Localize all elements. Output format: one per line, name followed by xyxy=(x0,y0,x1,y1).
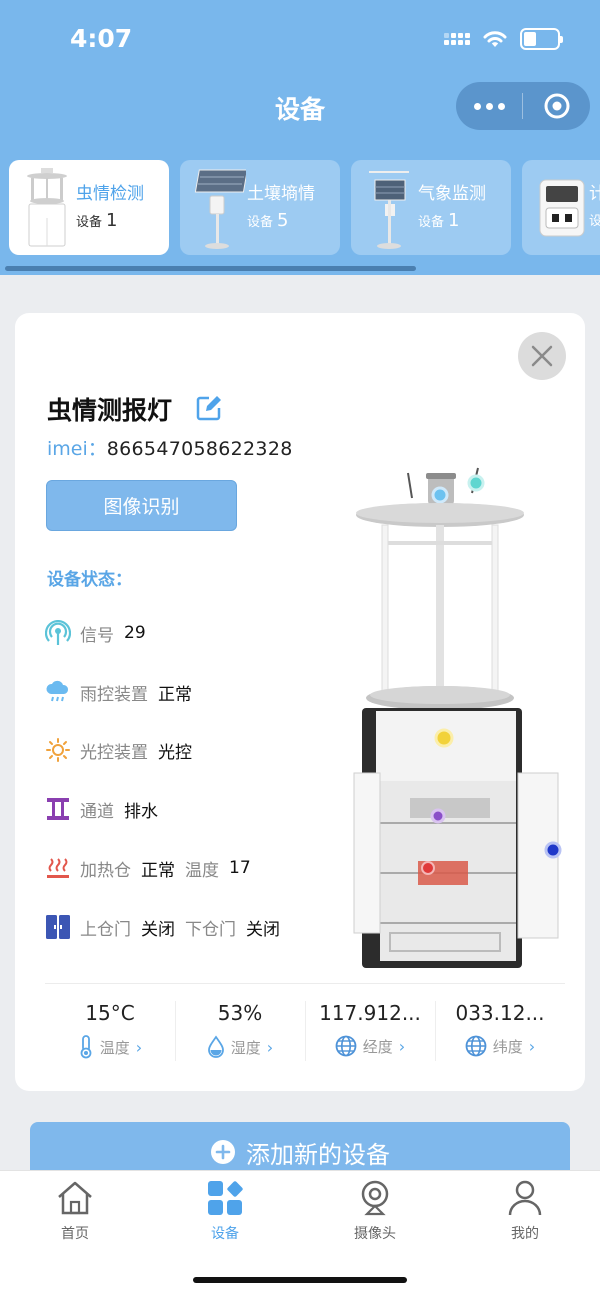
imei-value: 866547058622328 xyxy=(106,438,293,460)
status-heater-row: 加热仓 正常 温度 17 xyxy=(45,855,261,881)
close-miniprogram-icon[interactable] xyxy=(523,92,590,120)
card-divider xyxy=(45,983,565,984)
device-grid-icon xyxy=(208,1181,243,1215)
nav-profile[interactable]: 我的 xyxy=(475,1179,575,1243)
signal-icon xyxy=(45,620,71,646)
device-name: 虫情测报灯 xyxy=(47,396,173,425)
door-icon xyxy=(45,914,71,940)
heater-icon xyxy=(45,855,71,881)
header: 4:07 设备 虫情检测 设备 1 土壤墒情 设备 5 气象监测 设备 1 计 … xyxy=(0,0,600,275)
person-icon xyxy=(508,1180,542,1216)
camera-icon xyxy=(361,1180,389,1216)
counter-device-thumb-icon xyxy=(539,179,585,237)
device-card: 虫情测报灯 imei：866547058622328 图像识别 设备状态： 信号… xyxy=(15,313,585,1091)
category-name: 虫情检测 xyxy=(76,184,144,204)
category-tab-soil[interactable]: 土壤墒情 设备 5 xyxy=(180,160,340,255)
chevron-right-icon: › xyxy=(528,1036,536,1056)
category-tab-pest[interactable]: 虫情检测 设备 1 xyxy=(9,160,169,255)
status-door-row: 上仓门 关闭 下仓门 关闭 xyxy=(45,914,290,940)
globe-icon xyxy=(335,1035,357,1057)
imei-label: imei： xyxy=(47,438,107,460)
category-tab-partial[interactable]: 计 设 xyxy=(522,160,600,255)
image-recognition-button[interactable]: 图像识别 xyxy=(46,480,237,531)
edit-icon[interactable] xyxy=(195,394,223,422)
wifi-icon xyxy=(483,31,507,47)
close-icon xyxy=(531,345,553,367)
status-channel-row: 通道 排水 xyxy=(45,796,168,822)
water-drop-icon xyxy=(207,1035,224,1058)
stat-latitude[interactable]: 033.12... 纬度 › xyxy=(435,1001,565,1057)
stat-humidity[interactable]: 53% 湿度 › xyxy=(175,1001,305,1059)
chevron-right-icon: › xyxy=(398,1036,406,1056)
status-time: 4:07 xyxy=(70,24,133,53)
home-indicator xyxy=(193,1277,407,1283)
imei-row: imei：866547058622328 xyxy=(47,434,293,461)
weather-station-thumb-icon xyxy=(369,171,409,249)
more-icon[interactable] xyxy=(456,102,522,110)
status-light-row: 光控装置 光控 xyxy=(45,737,202,763)
pest-lamp-device-image xyxy=(353,467,562,968)
home-icon xyxy=(58,1181,92,1215)
category-tab-weather[interactable]: 气象监测 设备 1 xyxy=(351,160,511,255)
stat-longitude[interactable]: 117.912... 经度 › xyxy=(305,1001,435,1057)
chevron-right-icon: › xyxy=(135,1037,143,1057)
status-signal-row: 信号 29 xyxy=(45,620,156,646)
close-card-button[interactable] xyxy=(518,332,566,380)
rain-cloud-icon xyxy=(45,679,71,705)
status-icons xyxy=(444,28,563,50)
globe-icon xyxy=(465,1035,487,1057)
stat-temperature[interactable]: 15°C 温度 › xyxy=(45,1001,175,1059)
thermometer-icon xyxy=(80,1035,92,1059)
chevron-right-icon: › xyxy=(266,1037,274,1057)
category-name: 计 xyxy=(589,184,600,204)
nav-camera[interactable]: 摄像头 xyxy=(325,1179,425,1243)
pest-lamp-thumb-icon xyxy=(27,168,67,247)
category-count: 设备 5 xyxy=(247,210,289,231)
status-rain-row: 雨控装置 正常 xyxy=(45,679,202,705)
category-count: 设备 1 xyxy=(76,210,118,231)
cellular-signal-icon xyxy=(444,33,470,45)
plus-circle-icon xyxy=(211,1140,235,1164)
mini-program-capsule xyxy=(456,82,590,130)
nav-home[interactable]: 首页 xyxy=(25,1179,125,1243)
device-status-title: 设备状态： xyxy=(47,570,132,590)
category-name: 气象监测 xyxy=(418,184,486,204)
sun-icon xyxy=(45,737,71,763)
category-count: 设 xyxy=(589,214,600,229)
nav-devices[interactable]: 设备 xyxy=(175,1179,275,1243)
soil-station-thumb-icon xyxy=(194,169,246,249)
channel-icon xyxy=(45,796,71,822)
category-count: 设备 1 xyxy=(418,210,460,231)
tabs-scrollbar[interactable] xyxy=(5,266,416,271)
battery-icon xyxy=(520,28,563,50)
category-name: 土壤墒情 xyxy=(247,184,315,204)
